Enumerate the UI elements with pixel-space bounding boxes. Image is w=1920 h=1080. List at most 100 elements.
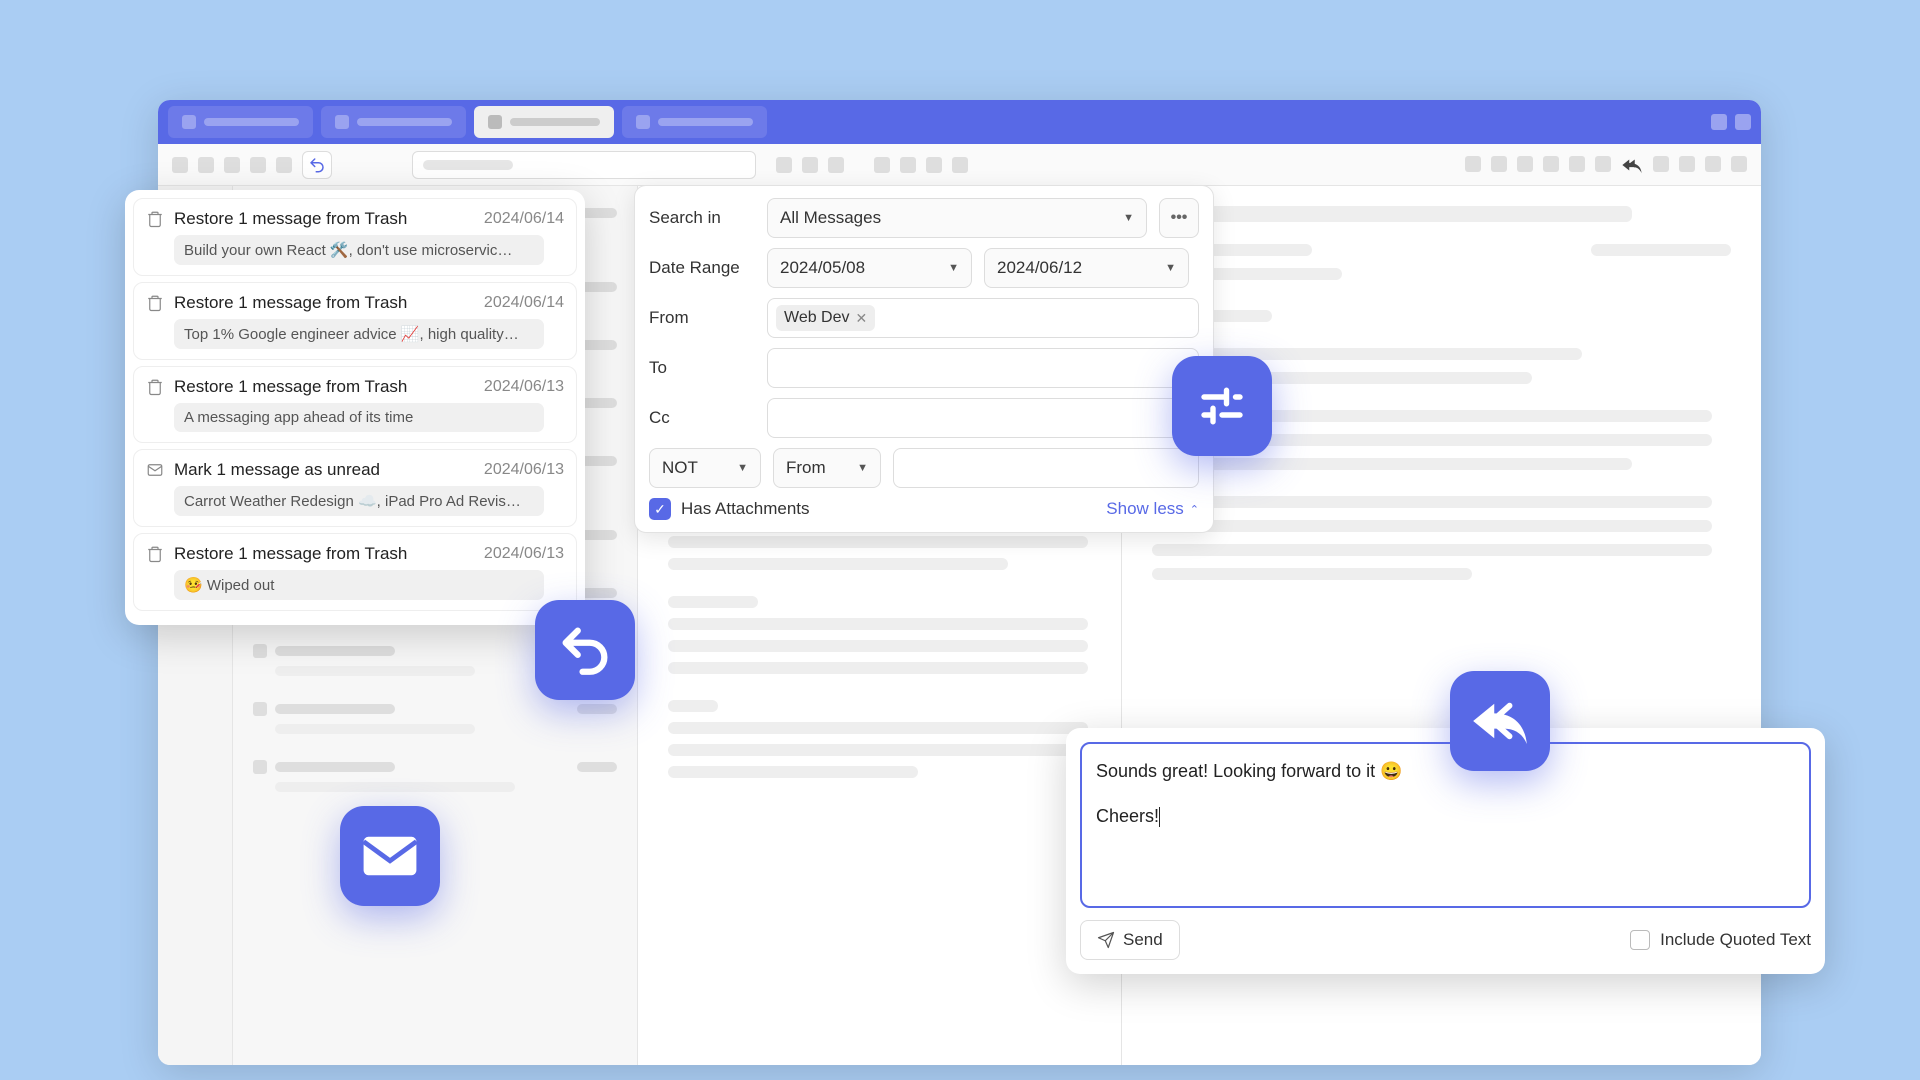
date-from-select[interactable]: 2024/05/08▼ (767, 248, 972, 288)
toolbar-placeholder (1517, 156, 1533, 172)
cc-input[interactable] (767, 398, 1199, 438)
from-label: From (649, 308, 755, 328)
chevron-down-icon: ▼ (948, 262, 959, 274)
chevron-down-icon: ▼ (737, 462, 748, 474)
chevron-down-icon: ▼ (857, 462, 868, 474)
tab-4[interactable] (622, 106, 767, 138)
undo-history-panel: Restore 1 message from Trash 2024/06/14 … (125, 190, 585, 625)
toolbar-placeholder (1679, 156, 1695, 172)
cc-label: Cc (649, 408, 755, 428)
toolbar-placeholder (1543, 156, 1559, 172)
toolbar (158, 144, 1761, 186)
reply-line-1: Sounds great! Looking forward to it 😀 (1096, 758, 1795, 785)
from-input[interactable]: Web Dev ✕ (767, 298, 1199, 338)
undo-item[interactable]: Restore 1 message from Trash 2024/06/14 … (133, 198, 577, 276)
mail-feature-icon (340, 806, 440, 906)
not-value-input[interactable] (893, 448, 1199, 488)
not-field-select[interactable]: From▼ (773, 448, 881, 488)
date-to-select[interactable]: 2024/06/12▼ (984, 248, 1189, 288)
undo-feature-icon (535, 600, 635, 700)
search-in-label: Search in (649, 208, 755, 228)
mail-icon (146, 461, 164, 479)
remove-chip-icon[interactable]: ✕ (856, 310, 868, 327)
undo-item[interactable]: Restore 1 message from Trash 2024/06/13 … (133, 533, 577, 611)
undo-title: Mark 1 message as unread (174, 460, 474, 480)
search-in-select[interactable]: All Messages▼ (767, 198, 1147, 238)
toolbar-placeholder (172, 157, 188, 173)
trash-icon (146, 378, 164, 396)
search-filters-panel: Search in All Messages▼ ••• Date Range 2… (634, 185, 1214, 533)
send-button[interactable]: Send (1080, 920, 1180, 960)
reply-all-icon[interactable] (1621, 156, 1643, 174)
to-input[interactable] (767, 348, 1199, 388)
toolbar-placeholder (926, 157, 942, 173)
filters-feature-icon (1172, 356, 1272, 456)
undo-title: Restore 1 message from Trash (174, 209, 474, 229)
undo-preview: Top 1% Google engineer advice 📈, high qu… (174, 319, 544, 349)
tab-1[interactable] (168, 106, 313, 138)
to-label: To (649, 358, 755, 378)
toolbar-placeholder (952, 157, 968, 173)
undo-preview: A messaging app ahead of its time (174, 403, 544, 432)
undo-preview: Build your own React 🛠️, don't use micro… (174, 235, 544, 265)
toolbar-placeholder (900, 157, 916, 173)
undo-date: 2024/06/13 (484, 378, 564, 396)
reply-textarea[interactable]: Sounds great! Looking forward to it 😀 Ch… (1080, 742, 1811, 908)
toolbar-placeholder (1491, 156, 1507, 172)
more-filters-button[interactable]: ••• (1159, 198, 1199, 238)
undo-item[interactable]: Restore 1 message from Trash 2024/06/13 … (133, 366, 577, 443)
show-less-link[interactable]: Show less ⌃ (1106, 499, 1199, 519)
toolbar-placeholder (224, 157, 240, 173)
reply-line-2: Cheers! (1096, 806, 1159, 826)
undo-date: 2024/06/14 (484, 210, 564, 228)
undo-item[interactable]: Mark 1 message as unread 2024/06/13 Carr… (133, 449, 577, 527)
tab-3-active[interactable] (474, 106, 614, 138)
titlebar (158, 100, 1761, 144)
toolbar-placeholder (1595, 156, 1611, 172)
toolbar-placeholder (198, 157, 214, 173)
toolbar-placeholder (276, 157, 292, 173)
maximize-icon[interactable] (1735, 114, 1751, 130)
toolbar-placeholder (1653, 156, 1669, 172)
tab-2[interactable] (321, 106, 466, 138)
has-attachments-label: Has Attachments (681, 499, 810, 519)
reply-all-feature-icon (1450, 671, 1550, 771)
from-chip[interactable]: Web Dev ✕ (776, 305, 875, 331)
date-range-label: Date Range (649, 258, 755, 278)
undo-title: Restore 1 message from Trash (174, 293, 474, 313)
send-icon (1097, 931, 1115, 949)
search-input[interactable] (412, 151, 756, 179)
undo-title: Restore 1 message from Trash (174, 544, 474, 564)
undo-date: 2024/06/14 (484, 294, 564, 312)
undo-item[interactable]: Restore 1 message from Trash 2024/06/14 … (133, 282, 577, 360)
toolbar-placeholder (250, 157, 266, 173)
toolbar-placeholder (874, 157, 890, 173)
chevron-down-icon: ▼ (1123, 212, 1134, 224)
undo-preview: 🤒 Wiped out (174, 570, 544, 600)
quoted-checkbox[interactable] (1630, 930, 1650, 950)
undo-title: Restore 1 message from Trash (174, 377, 474, 397)
not-operator-select[interactable]: NOT▼ (649, 448, 761, 488)
toolbar-placeholder (1465, 156, 1481, 172)
undo-date: 2024/06/13 (484, 461, 564, 479)
include-quoted-toggle[interactable]: Include Quoted Text (1630, 930, 1811, 950)
toolbar-placeholder (1705, 156, 1721, 172)
window-controls (1711, 114, 1751, 130)
trash-icon (146, 294, 164, 312)
minimize-icon[interactable] (1711, 114, 1727, 130)
undo-date: 2024/06/13 (484, 545, 564, 563)
toolbar-placeholder (1731, 156, 1747, 172)
toolbar-placeholder (776, 157, 792, 173)
trash-icon (146, 210, 164, 228)
toolbar-placeholder (802, 157, 818, 173)
undo-icon (308, 156, 326, 174)
toolbar-placeholder (828, 157, 844, 173)
undo-preview: Carrot Weather Redesign ☁️, iPad Pro Ad … (174, 486, 544, 516)
toolbar-placeholder (1569, 156, 1585, 172)
quick-reply-panel: Sounds great! Looking forward to it 😀 Ch… (1066, 728, 1825, 974)
trash-icon (146, 545, 164, 563)
has-attachments-checkbox[interactable]: ✓ (649, 498, 671, 520)
chevron-down-icon: ▼ (1165, 262, 1176, 274)
undo-button[interactable] (302, 151, 332, 179)
chevron-up-icon: ⌃ (1190, 503, 1199, 516)
